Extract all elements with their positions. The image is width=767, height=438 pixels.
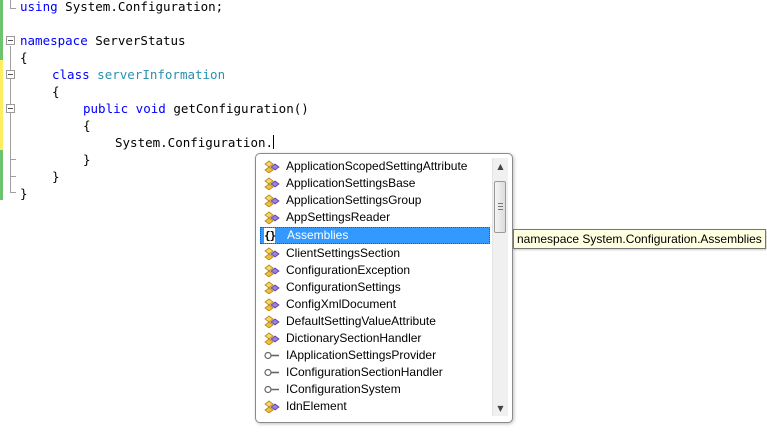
completion-item[interactable]: ApplicationSettingsGroup bbox=[260, 192, 490, 209]
completion-item-label: ApplicationScopedSettingAttribute bbox=[286, 159, 468, 173]
code-line-namespace: namespace ServerStatus bbox=[20, 33, 186, 48]
code-line-brace: { bbox=[52, 84, 60, 99]
code-line-brace: { bbox=[20, 50, 28, 65]
code-line-class: class serverInformation bbox=[52, 67, 226, 82]
completion-item-label: ConfigurationSettings bbox=[286, 280, 401, 294]
completion-item[interactable]: ConfigXmlDocument bbox=[260, 296, 490, 313]
completion-item-label: ApplicationSettingsGroup bbox=[286, 193, 422, 207]
completion-item[interactable]: DefaultSettingValueAttribute bbox=[260, 313, 490, 330]
completion-item-label: DefaultSettingValueAttribute bbox=[286, 314, 436, 328]
class-icon bbox=[264, 177, 280, 191]
completion-item[interactable]: ClientSettingsSection bbox=[260, 245, 490, 262]
tooltip-text: namespace System.Configuration.Assemblie… bbox=[517, 232, 762, 246]
completion-item[interactable]: ConfigurationSettings bbox=[260, 279, 490, 296]
completion-item[interactable]: IdnElement bbox=[260, 398, 490, 415]
completion-item-label: AppSettingsReader bbox=[286, 210, 391, 224]
code-line-brace: { bbox=[83, 118, 91, 133]
outline-guide bbox=[10, 176, 16, 177]
class-icon bbox=[264, 194, 280, 208]
interface-icon bbox=[264, 383, 280, 396]
completion-item-label: ClientSettingsSection bbox=[286, 246, 401, 260]
outline-guide bbox=[10, 8, 16, 9]
code-line-brace: } bbox=[83, 152, 91, 167]
interface-icon bbox=[264, 349, 280, 362]
completion-item[interactable]: IApplicationSettingsProvider bbox=[260, 347, 490, 364]
class-icon bbox=[264, 247, 280, 261]
class-icon bbox=[264, 315, 280, 329]
intellisense-completion-list[interactable]: ApplicationScopedSettingAttribute Applica… bbox=[255, 153, 513, 423]
completion-item-label: ConfigXmlDocument bbox=[286, 297, 397, 311]
class-icon bbox=[264, 211, 280, 225]
completion-item[interactable]: ConfigurationException bbox=[260, 262, 490, 279]
namespace-icon: {} bbox=[264, 228, 276, 243]
completion-item[interactable]: AppSettingsReader bbox=[260, 209, 490, 226]
completion-item[interactable]: ApplicationScopedSettingAttribute bbox=[260, 158, 490, 175]
code-line-current[interactable]: System.Configuration. bbox=[115, 134, 275, 151]
completion-item-label: ApplicationSettingsBase bbox=[286, 176, 416, 190]
outline-guide bbox=[10, 0, 11, 8]
completion-item-label: DictionarySectionHandler bbox=[286, 331, 422, 345]
completion-item-label: IConfigurationSectionHandler bbox=[286, 365, 443, 379]
outline-guide bbox=[10, 192, 16, 193]
completion-item[interactable]: IConfigurationSystem bbox=[260, 381, 490, 398]
completion-scrollbar[interactable]: ▲ ▼ bbox=[492, 158, 508, 416]
completion-item-label: IConfigurationSystem bbox=[286, 382, 401, 396]
class-icon bbox=[264, 264, 280, 278]
completion-items[interactable]: ApplicationScopedSettingAttribute Applica… bbox=[260, 158, 490, 415]
code-line-using: using System.Configuration; bbox=[20, 0, 224, 14]
completion-item[interactable]: DictionarySectionHandler bbox=[260, 330, 490, 347]
collapse-class-icon[interactable] bbox=[6, 70, 15, 79]
completion-item[interactable]: {} Assemblies bbox=[260, 227, 490, 244]
completion-item-label: IdnElement bbox=[286, 399, 347, 413]
completion-item[interactable]: ApplicationSettingsBase bbox=[260, 175, 490, 192]
scroll-down-arrow-icon[interactable]: ▼ bbox=[493, 400, 508, 416]
interface-icon bbox=[264, 366, 280, 379]
outline-guide bbox=[10, 159, 16, 160]
code-line-brace: } bbox=[20, 186, 28, 201]
completion-item[interactable]: IConfigurationSectionHandler bbox=[260, 364, 490, 381]
code-line-method: public void getConfiguration() bbox=[83, 101, 309, 116]
outline-guide bbox=[10, 46, 11, 192]
class-icon bbox=[264, 298, 280, 312]
class-icon bbox=[264, 332, 280, 346]
collapse-method-icon[interactable] bbox=[6, 104, 15, 113]
scroll-up-arrow-icon[interactable]: ▲ bbox=[493, 158, 508, 174]
completion-item-label: IApplicationSettingsProvider bbox=[286, 348, 437, 362]
quick-info-tooltip: namespace System.Configuration.Assemblie… bbox=[513, 229, 766, 249]
text-caret bbox=[273, 135, 275, 149]
change-tracking-bar bbox=[0, 0, 3, 200]
class-icon bbox=[264, 400, 280, 414]
completion-item-label: ConfigurationException bbox=[286, 263, 411, 277]
scroll-thumb[interactable] bbox=[494, 181, 506, 233]
collapse-namespace-icon[interactable] bbox=[6, 36, 15, 45]
class-icon bbox=[264, 160, 280, 174]
code-line-brace: } bbox=[52, 169, 60, 184]
completion-item-label: Assemblies bbox=[287, 228, 349, 242]
class-icon bbox=[264, 281, 280, 295]
